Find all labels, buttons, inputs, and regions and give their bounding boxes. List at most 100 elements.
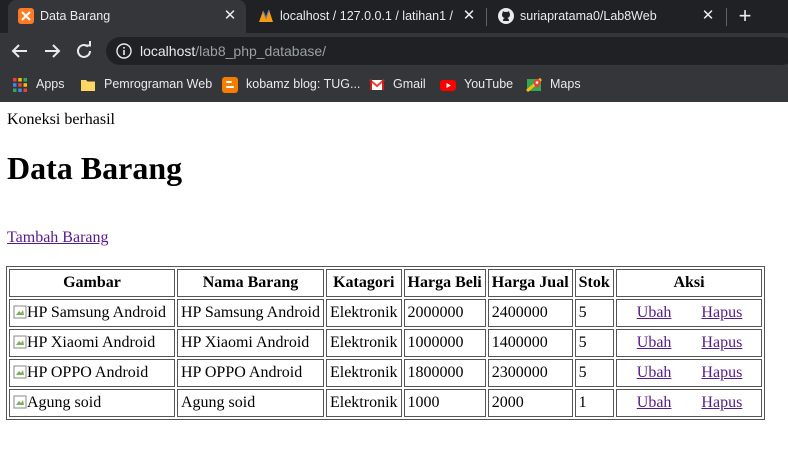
product-image: HP Samsung Android [13,304,166,322]
image-alt-text: HP Xiaomi Android [27,334,156,351]
github-icon [498,8,514,24]
bookmark-label: kobamz blog: TUG... [246,77,361,91]
cell-stok: 1 [574,389,614,417]
bookmark-label: Maps [550,77,581,91]
cell-nama: HP OPPO Android [177,359,324,387]
table-row: HP Xiaomi Android HP Xiaomi Android Elek… [9,329,763,357]
cell-harga-jual: 2400000 [487,299,573,327]
cell-kategori: Elektronik [325,329,402,357]
back-arrow-icon[interactable] [8,39,32,63]
cell-harga-beli: 1000 [403,389,486,417]
reload-icon[interactable] [72,39,96,63]
product-image: Agung soid [13,394,101,412]
blogger-icon [222,77,238,93]
delete-link[interactable]: Hapus [701,364,742,381]
product-image: HP Xiaomi Android [13,334,155,352]
url-path: /lab8_php_database/ [195,43,327,59]
cell-stok: 5 [574,329,614,357]
tab-title: suriapratama0/Lab8Web [520,9,657,23]
edit-link[interactable]: Ubah [637,394,672,411]
cell-kategori: Elektronik [325,359,402,387]
column-header-gambar: Gambar [9,269,175,297]
cell-aksi: Ubah Hapus [615,359,763,387]
maps-icon [526,77,542,93]
cell-harga-jual: 2000 [487,389,573,417]
cell-aksi: Ubah Hapus [615,389,763,417]
close-tab-icon[interactable]: ✕ [461,8,477,24]
forward-arrow-icon[interactable] [40,39,64,63]
cell-nama: HP Samsung Android [177,299,324,327]
tab-strip: Data Barang ✕ localhost / 127.0.0.1 / la… [0,0,788,33]
image-alt-text: Agung soid [27,394,102,411]
column-header-stok: Stok [574,269,614,297]
broken-image-icon [13,365,27,379]
column-header-harga-beli: Harga Beli [403,269,486,297]
url-host: localhost [140,43,196,59]
cell-image: HP Xiaomi Android [9,329,175,357]
add-item-link[interactable]: Tambah Barang [7,229,109,247]
edit-link[interactable]: Ubah [637,364,672,381]
broken-image-icon [13,395,27,409]
new-tab-button[interactable]: + [734,5,756,27]
navigation-toolbar: localhost/lab8_php_database/ [0,33,788,69]
close-tab-icon[interactable]: ✕ [700,8,716,24]
tab-title: Data Barang [40,9,111,23]
product-image: HP OPPO Android [13,364,148,382]
image-alt-text: HP Samsung Android [27,304,166,321]
cell-kategori: Elektronik [325,299,402,327]
tab-phpmyadmin[interactable]: localhost / 127.0.0.1 / latihan1 / d ✕ [248,0,484,33]
phpmyadmin-icon [259,9,273,22]
column-header-kategori: Katagori [325,269,402,297]
tab-separator [726,8,727,26]
cell-aksi: Ubah Hapus [615,329,763,357]
tab-separator [486,8,487,26]
column-header-harga-jual: Harga Jual [487,269,573,297]
tab-github[interactable]: suriapratama0/Lab8Web ✕ [488,0,724,33]
cell-image: HP Samsung Android [9,299,175,327]
cell-harga-jual: 2300000 [487,359,573,387]
items-table: Gambar Nama Barang Katagori Harga Beli H… [6,266,766,420]
cell-nama: Agung soid [177,389,324,417]
cell-harga-beli: 1800000 [403,359,486,387]
folder-icon [81,80,95,91]
close-tab-icon[interactable]: ✕ [222,8,238,24]
bookmarks-bar: Apps Pemrograman Web kobamz blog: TUG...… [0,69,788,102]
cell-harga-jual: 1400000 [487,329,573,357]
site-info-icon[interactable] [116,43,132,59]
delete-link[interactable]: Hapus [701,304,742,321]
url-text[interactable]: localhost/lab8_php_database/ [140,43,326,59]
connection-status: Koneksi berhasil [7,111,115,128]
delete-link[interactable]: Hapus [701,334,742,351]
browser-chrome: Data Barang ✕ localhost / 127.0.0.1 / la… [0,0,788,102]
cell-kategori: Elektronik [325,389,402,417]
edit-link[interactable]: Ubah [637,334,672,351]
delete-link[interactable]: Hapus [701,394,742,411]
youtube-icon [440,80,456,91]
cell-stok: 5 [574,359,614,387]
xampp-icon [18,8,34,24]
bookmark-label: Pemrograman Web [104,77,213,91]
table-row: Agung soid Agung soid Elektronik 1000 20… [9,389,763,417]
column-header-aksi: Aksi [615,269,763,297]
table-row: HP Samsung Android HP Samsung Android El… [9,299,763,327]
cell-harga-beli: 2000000 [403,299,486,327]
tab-title: localhost / 127.0.0.1 / latihan1 / d [280,9,456,23]
edit-link[interactable]: Ubah [637,304,672,321]
column-header-nama-barang: Nama Barang [177,269,324,297]
bookmark-label: YouTube [464,77,514,91]
cell-image: HP OPPO Android [9,359,175,387]
bookmark-label: Gmail [393,77,426,91]
cell-harga-beli: 1000000 [403,329,486,357]
broken-image-icon [13,305,27,319]
cell-nama: HP Xiaomi Android [177,329,324,357]
page-title: Data Barang [7,150,183,186]
tab-data-barang[interactable]: Data Barang ✕ [8,0,246,33]
cell-aksi: Ubah Hapus [615,299,763,327]
broken-image-icon [13,335,27,349]
image-alt-text: HP OPPO Android [27,364,149,381]
cell-image: Agung soid [9,389,175,417]
apps-grid-icon [13,78,27,92]
address-bar[interactable]: localhost/lab8_php_database/ [106,37,788,65]
gmail-icon [369,79,385,90]
page-content: Koneksi berhasil Data Barang Tambah Bara… [0,102,788,456]
